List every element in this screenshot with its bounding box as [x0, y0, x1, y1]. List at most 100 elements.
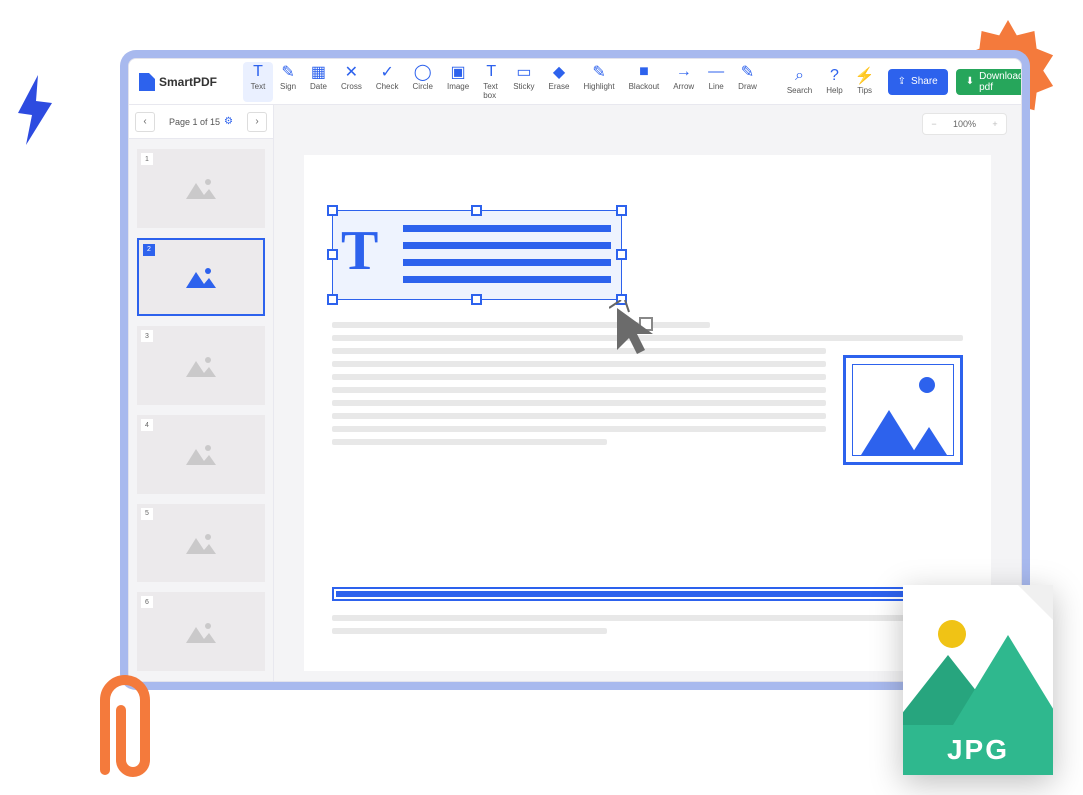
resize-handle-bl[interactable]	[327, 294, 338, 305]
tool-erase[interactable]: ◆Erase	[542, 62, 577, 102]
text-box-icon: T	[483, 64, 499, 80]
doc-text-line	[332, 400, 826, 406]
tool-tips[interactable]: ⚡Tips	[850, 66, 880, 97]
tool-check[interactable]: ✓Check	[369, 62, 406, 102]
share-icon: ⇪	[898, 76, 906, 87]
app-window-frame: SmartPDF TText✎Sign▦Date✕Cross✓Check◯Cir…	[120, 50, 1030, 690]
tool-text[interactable]: TText	[243, 62, 273, 102]
thumbnail-page-6[interactable]: 6	[137, 592, 265, 671]
doc-text-line	[332, 374, 826, 380]
thumbnail-number: 5	[141, 508, 153, 520]
tool-arrow[interactable]: →Arrow	[666, 62, 701, 102]
thumbnail-number: 1	[141, 153, 153, 165]
thumbnail-page-5[interactable]: 5	[137, 504, 265, 583]
image-mountain-icon	[911, 427, 947, 455]
document-page[interactable]	[304, 155, 991, 671]
download-button[interactable]: ⬇ Download pdf	[956, 69, 1022, 95]
next-page-button[interactable]: ›	[247, 112, 267, 132]
doc-text-line	[332, 628, 607, 634]
zoom-out-button[interactable]: −	[923, 119, 945, 129]
share-button[interactable]: ⇪ Share	[888, 69, 948, 95]
brand-icon	[139, 73, 155, 91]
decoration-paperclip-icon	[80, 665, 170, 795]
doc-text-line	[332, 387, 826, 393]
app-window: SmartPDF TText✎Sign▦Date✕Cross✓Check◯Cir…	[128, 58, 1022, 682]
image-icon: ▣	[450, 64, 466, 80]
thumbnail-page-4[interactable]: 4	[137, 415, 265, 494]
sticky-icon: ▭	[516, 64, 532, 80]
thumbnail-number: 4	[141, 419, 153, 431]
highlight-icon: ✎	[591, 64, 607, 80]
doc-text-line	[332, 615, 963, 621]
image-placeholder[interactable]	[843, 355, 963, 465]
line-icon: —	[708, 64, 724, 80]
thumbnail-number: 2	[143, 244, 155, 256]
text-icon: T	[250, 64, 266, 80]
thumbnail-page-3[interactable]: 3	[137, 326, 265, 405]
sidebar-pagination: ‹ Page 1 of 15 ⚙ ›	[129, 105, 273, 139]
doc-text-line	[332, 426, 826, 432]
download-label: Download pdf	[979, 71, 1022, 93]
draw-icon: ✎	[740, 64, 756, 80]
brand-logo[interactable]: SmartPDF	[139, 73, 217, 91]
brand-name: SmartPDF	[159, 75, 217, 89]
doc-text-line	[332, 361, 826, 367]
zoom-in-button[interactable]: +	[984, 119, 1006, 129]
jpg-label: JPG	[903, 725, 1053, 775]
tool-blackout[interactable]: ■Blackout	[622, 62, 667, 102]
tool-line[interactable]: —Line	[701, 62, 731, 102]
resize-handle-tl[interactable]	[327, 205, 338, 216]
jpg-file-card: JPG	[903, 585, 1053, 775]
selected-textbox[interactable]	[332, 210, 622, 300]
tool-sticky[interactable]: ▭Sticky	[506, 62, 541, 102]
sign-icon: ✎	[280, 64, 296, 80]
circle-icon: ◯	[415, 64, 431, 80]
resize-handle-tm[interactable]	[471, 205, 482, 216]
thumbnail-page-2[interactable]: 2	[137, 238, 265, 317]
tool-highlight[interactable]: ✎Highlight	[576, 62, 621, 102]
page-settings-icon[interactable]: ⚙	[224, 116, 233, 127]
prev-page-button[interactable]: ‹	[135, 112, 155, 132]
download-icon: ⬇	[966, 76, 974, 87]
cross-icon: ✕	[343, 64, 359, 80]
tool-text-box[interactable]: TText box	[476, 62, 506, 102]
tool-sign[interactable]: ✎Sign	[273, 62, 303, 102]
thumbnail-list: 1 2 3 4 5 6	[129, 139, 273, 681]
doc-text-line	[332, 439, 607, 445]
tool-cross[interactable]: ✕Cross	[334, 62, 369, 102]
resize-handle-ml[interactable]	[327, 249, 338, 260]
resize-handle-mr[interactable]	[616, 249, 627, 260]
tool-date[interactable]: ▦Date	[303, 62, 334, 102]
help-icon: ?	[826, 68, 842, 84]
doc-text-line	[332, 413, 826, 419]
decoration-bolt-icon	[10, 75, 60, 145]
tool-image[interactable]: ▣Image	[440, 62, 476, 102]
thumbnail-number: 6	[141, 596, 153, 608]
image-mountain-icon	[861, 410, 917, 455]
tool-circle[interactable]: ◯Circle	[406, 62, 440, 102]
selected-divider[interactable]	[332, 587, 963, 601]
cursor-icon	[609, 300, 659, 360]
tool-draw[interactable]: ✎Draw	[731, 62, 764, 102]
tool-search[interactable]: ⌕Search	[780, 66, 819, 97]
doc-text-line	[332, 348, 826, 354]
check-icon: ✓	[379, 64, 395, 80]
blackout-icon: ■	[636, 64, 652, 80]
share-label: Share	[911, 76, 938, 87]
jpg-preview	[903, 585, 1053, 725]
tool-help[interactable]: ?Help	[819, 66, 849, 97]
date-icon: ▦	[310, 64, 326, 80]
sidebar: ‹ Page 1 of 15 ⚙ › 1 2 3 4 5 6	[129, 105, 274, 681]
zoom-value: 100%	[945, 119, 984, 129]
resize-handle-bm[interactable]	[471, 294, 482, 305]
erase-icon: ◆	[551, 64, 567, 80]
page-indicator: Page 1 of 15 ⚙	[169, 116, 233, 127]
zoom-control: − 100% +	[922, 113, 1007, 135]
image-sun-icon	[919, 377, 935, 393]
arrow-icon: →	[676, 64, 692, 80]
search-icon: ⌕	[792, 68, 808, 84]
tips-icon: ⚡	[857, 68, 873, 84]
toolbar: SmartPDF TText✎Sign▦Date✕Cross✓Check◯Cir…	[129, 59, 1021, 105]
thumbnail-page-1[interactable]: 1	[137, 149, 265, 228]
resize-handle-tr[interactable]	[616, 205, 627, 216]
